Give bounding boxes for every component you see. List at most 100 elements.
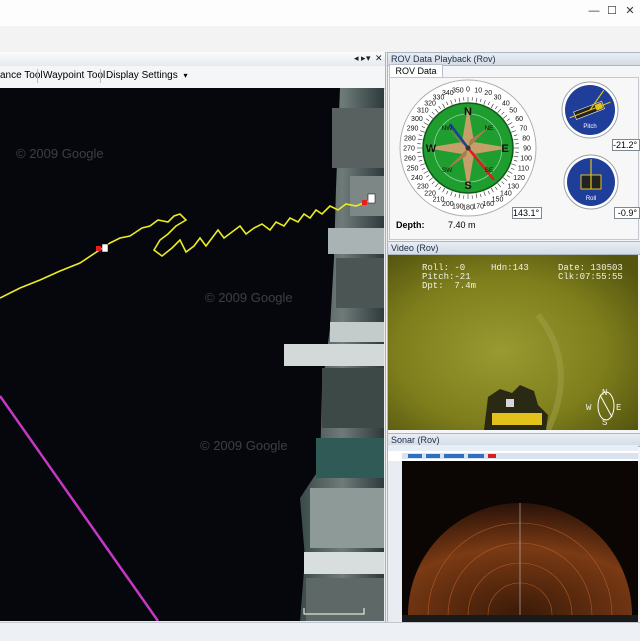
heading-compass: 0102030405060708090100110120130140150160… <box>390 76 550 220</box>
map-imagery: © 2009 Google © 2009 Google © 2009 Googl… <box>0 88 384 621</box>
compass-se-label: SE <box>485 167 494 174</box>
sonar-display <box>388 445 638 622</box>
video-depth-text: Dpt: 7.4m <box>422 281 476 291</box>
compass-degree-label: 160 <box>482 201 494 208</box>
compass-degree-label: 240 <box>411 175 423 182</box>
map-panel-menu-arrow[interactable]: ▾ <box>366 53 371 64</box>
map-panel-close-button[interactable]: ✕ <box>375 53 383 64</box>
map-panel-header <box>0 52 385 67</box>
compass-degree-label: 50 <box>509 108 517 115</box>
compass-degree-label: 220 <box>424 191 436 198</box>
video-clock-text: Clk:07:55:55 <box>558 272 623 282</box>
compass-degree-label: 260 <box>404 156 416 163</box>
compass-degree-label: 70 <box>520 125 528 132</box>
roll-gauge-label: Roll <box>586 196 596 202</box>
sonar-side-toolbar <box>388 461 402 622</box>
pitch-value: -21.2° <box>612 139 640 151</box>
compass-degree-label: 170 <box>472 204 484 211</box>
toolbar-separator <box>37 69 38 83</box>
deck-structure <box>322 368 384 428</box>
rov-frame-yellow <box>492 413 542 425</box>
compass-degree-label: 90 <box>523 146 531 153</box>
needle-pivot <box>466 146 471 151</box>
compass-degree-label: 230 <box>417 183 429 190</box>
deck-structure <box>330 322 384 342</box>
track-start-marker <box>96 246 101 251</box>
video-heading-text: Hdn:143 <box>491 263 529 273</box>
compass-east-label: E <box>501 143 508 155</box>
deck-structure <box>328 228 384 254</box>
waypoint-tool-button[interactable]: Waypoint Tool <box>43 70 105 81</box>
sonar-view[interactable] <box>388 445 638 622</box>
compass-degree-label: 190 <box>452 204 464 211</box>
depth-value: 7.40 m <box>448 220 476 230</box>
display-settings-button[interactable]: Display Settings ▾ <box>106 70 188 81</box>
compass-ne-label: NE <box>484 125 494 132</box>
pier-structure <box>284 344 384 366</box>
deck-structure <box>332 108 384 168</box>
compass-degree-label: 290 <box>407 125 419 132</box>
compass-degree-label: 100 <box>520 156 532 163</box>
deck-structure <box>350 176 384 216</box>
google-watermark: © 2009 Google <box>16 146 104 161</box>
roll-gauge: Roll <box>562 153 620 211</box>
pitch-gauge-label: Pitch <box>583 124 596 130</box>
minimize-button[interactable]: — <box>584 4 604 18</box>
deck-structure <box>304 552 384 574</box>
compass-degree-label: 350 <box>452 87 464 94</box>
compass-north-label: N <box>464 106 472 118</box>
compass-degree-label: 300 <box>411 116 423 123</box>
compass-degree-label: 60 <box>515 116 523 123</box>
status-bar <box>0 622 640 641</box>
video-compass-e: E <box>616 403 621 413</box>
track-end-marker <box>362 200 367 205</box>
google-watermark: © 2009 Google <box>200 438 288 453</box>
toolbar-separator <box>100 69 101 83</box>
waypoint-icon[interactable] <box>102 244 108 252</box>
compass-degree-label: 30 <box>494 94 502 101</box>
heading-value: 143.1° <box>512 207 542 219</box>
compass-degree-label: 20 <box>484 90 492 97</box>
compass-degree-label: 10 <box>474 87 482 94</box>
ribbon-area <box>0 26 640 53</box>
compass-sw-label: SW <box>442 167 453 174</box>
display-settings-label: Display Settings <box>106 70 178 81</box>
compass-degree-label: 310 <box>417 108 429 115</box>
deck-structure <box>336 258 384 308</box>
video-compass-n: N <box>602 388 607 398</box>
deck-structure <box>316 438 384 478</box>
roll-value: -0.9° <box>614 207 640 219</box>
compass-nw-label: NW <box>442 125 454 132</box>
sonar-status-strip <box>402 615 638 622</box>
deck-structure <box>306 578 384 621</box>
depth-label: Depth: <box>396 220 425 230</box>
close-button[interactable]: ✕ <box>620 4 640 18</box>
compass-degree-label: 180 <box>462 205 474 212</box>
compass-degree-label: 110 <box>518 166 529 173</box>
compass-degree-label: 280 <box>404 135 416 142</box>
sonar-title-strip <box>388 445 638 451</box>
video-compass-w: W <box>586 403 591 413</box>
compass-degree-label: 80 <box>522 135 530 142</box>
maximize-button[interactable]: ☐ <box>602 4 622 18</box>
compass-degree-label: 130 <box>507 183 519 190</box>
rov-track-line <box>0 200 372 298</box>
map-panel-nav-arrows[interactable]: ◂ ▸ <box>354 53 366 64</box>
pitch-gauge: Pitch <box>560 80 620 140</box>
satellite-map-view[interactable]: © 2009 Google © 2009 Google © 2009 Googl… <box>0 88 384 621</box>
compass-degree-label: 250 <box>407 166 419 173</box>
deck-structure <box>310 488 384 548</box>
compass-degree-label: 120 <box>513 175 525 182</box>
dropdown-arrow-icon: ▾ <box>183 71 187 80</box>
compass-west-label: W <box>426 143 437 155</box>
video-panel-title: Video (Rov) <box>388 242 640 255</box>
video-compass-s: S <box>602 418 607 428</box>
planned-route-line <box>0 396 158 621</box>
google-watermark: © 2009 Google <box>205 290 293 305</box>
waypoint-icon[interactable] <box>368 194 375 203</box>
rov-bolt <box>506 399 514 407</box>
compass-degree-label: 270 <box>403 146 415 153</box>
video-feed[interactable]: Roll: -0 Pitch:-21 Dpt: 7.4m Hdn:143 Dat… <box>388 255 638 430</box>
window-title-bar <box>0 0 640 27</box>
compass-south-label: S <box>464 180 471 192</box>
